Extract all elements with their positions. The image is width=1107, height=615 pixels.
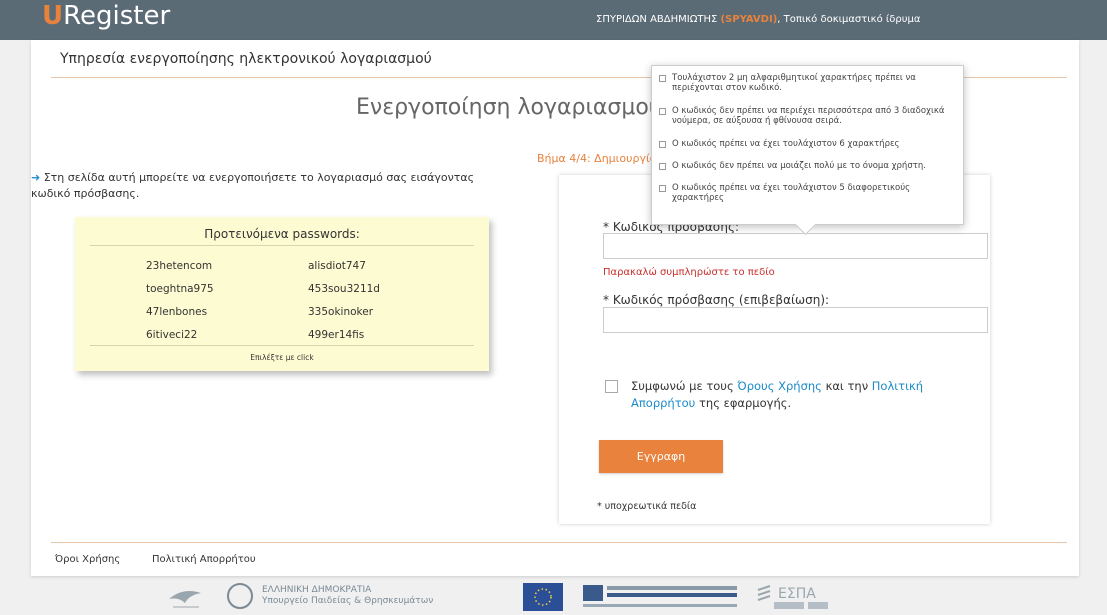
greek-emblem-icon [227,583,253,609]
password-rules-tooltip: Τουλάχιστον 2 μη αλφαριθμητικοί χαρακτήρ… [651,65,964,225]
agree-middle: και την [821,379,872,393]
bird-logo-icon [169,591,201,608]
checkbox-icon [659,108,666,115]
ministry-text: ΕΛΛΗΝΙΚΗ ΔΗΜΟΚΡΑΤΙΑ Υπουργείο Παιδείας &… [262,585,433,607]
footer-privacy-link[interactable]: Πολιτική Απορρήτου [152,554,256,565]
checkbox-icon [659,163,666,170]
agree-prefix: Συμφωνώ με τους [631,379,738,393]
logo-initial: U [42,1,64,31]
rule-item: Ο κωδικός δεν πρέπει να περιέχει περισσό… [659,106,952,126]
ministry-line1: ΕΛΛΗΝΙΚΗ ΔΗΜΟΚΡΑΤΙΑ [262,585,372,595]
rule-text: Ο κωδικός δεν πρέπει να περιέχει περισσό… [672,106,945,126]
suggested-passwords-box: Προτεινόμενα passwords: 23hetencom alisd… [75,217,489,371]
arrow-right-icon: ➜ [31,171,41,184]
suggested-password[interactable]: 47lenbones [146,306,207,318]
agree-text: Συμφωνώ με τους Όρους Χρήσης και την Πολ… [631,378,971,412]
suggested-password[interactable]: 453sou3211d [308,283,380,295]
eu-flag-icon [523,583,563,611]
suggested-password[interactable]: 499er14fis [308,329,364,341]
confirm-password-input[interactable] [603,307,988,333]
suggested-password[interactable]: 6itiveci22 [146,329,197,341]
register-button[interactable]: Εγγραφη [599,440,723,473]
rule-item: Ο κωδικός δεν πρέπει να μοιάζει πολύ με … [659,161,952,172]
footer-divider [51,542,1067,543]
terms-link[interactable]: Όρους Χρήσης [737,379,822,393]
password-input[interactable] [603,233,988,259]
divider [90,245,474,246]
espa-logo-icon: ΕΣΠΑ [757,585,828,609]
suggested-password[interactable]: alisdiot747 [308,260,366,272]
institution-name: Τοπικό δοκιμαστικό ίδρυμα [783,14,921,25]
rule-item: Ο κωδικός πρέπει να έχει τουλάχιστον 5 δ… [659,183,952,203]
epeaek-logo-icon [583,585,737,607]
agree-checkbox[interactable] [605,380,618,393]
intro-text: Στη σελίδα αυτή μπορείτε να ενεργοποιήσε… [31,171,475,200]
intro-text-block: ➜ Στη σελίδα αυτή μπορείτε να ενεργοποιή… [31,170,511,202]
checkbox-icon [659,185,666,192]
suggested-hint: Επιλέξτε με click [250,353,314,362]
password-error: Παρακαλώ συμπληρώστε το πεδίο [603,267,775,278]
suggested-password[interactable]: toeghtna975 [146,283,214,295]
agree-suffix: της εφαρμογής. [695,396,792,410]
espa-text: ΕΣΠΑ [778,586,816,602]
top-bar: URegister ΣΠΥΡΙΔΩΝ ΑΒΔΗΜΙΩΤΗΣ (SPYAVDI),… [0,0,1107,40]
rule-text: Ο κωδικός δεν πρέπει να μοιάζει πολύ με … [672,161,926,171]
user-info: ΣΠΥΡΙΔΩΝ ΑΒΔΗΜΙΩΤΗΣ (SPYAVDI), Τοπικό δο… [596,14,920,25]
rule-text: Τουλάχιστον 2 μη αλφαριθμητικοί χαρακτήρ… [672,73,916,93]
checkbox-icon [659,141,666,148]
ministry-line2: Υπουργείο Παιδείας & Θρησκευμάτων [262,596,434,606]
rule-text: Ο κωδικός πρέπει να έχει τουλάχιστον 5 δ… [672,183,911,203]
user-separator: , [777,14,781,25]
required-note: * υποχρεωτικά πεδία [597,501,697,512]
page-title: Ενεργοποίηση λογαριασμού [356,95,662,120]
footer-terms-link[interactable]: Όροι Χρήσης [55,554,120,565]
suggested-password[interactable]: 335okinoker [308,306,373,318]
registration-form: * Κωδικός πρόσβασης: Παρακαλώ συμπληρώστ… [559,175,990,524]
divider [90,345,474,346]
app-logo[interactable]: URegister [42,1,170,31]
user-code: (SPYAVDI) [720,14,778,25]
confirm-password-label: * Κωδικός πρόσβασης (επιβεβαίωση): [603,293,830,307]
service-title: Υπηρεσία ενεργοποίησης ηλεκτρονικού λογα… [60,51,432,67]
rule-text: Ο κωδικός πρέπει να έχει τουλάχιστον 6 χ… [672,139,900,149]
user-name: ΣΠΥΡΙΔΩΝ ΑΒΔΗΜΙΩΤΗΣ [596,14,718,25]
footer-logos: ΕΛΛΗΝΙΚΗ ΔΗΜΟΚΡΑΤΙΑ Υπουργείο Παιδείας &… [0,576,1107,614]
checkbox-icon [659,75,666,82]
logo-text: Register [63,1,171,31]
suggested-password[interactable]: 23hetencom [146,260,212,272]
rule-item: Ο κωδικός πρέπει να έχει τουλάχιστον 6 χ… [659,139,952,150]
suggested-title: Προτεινόμενα passwords: [204,227,360,241]
rule-item: Τουλάχιστον 2 μη αλφαριθμητικοί χαρακτήρ… [659,73,952,93]
